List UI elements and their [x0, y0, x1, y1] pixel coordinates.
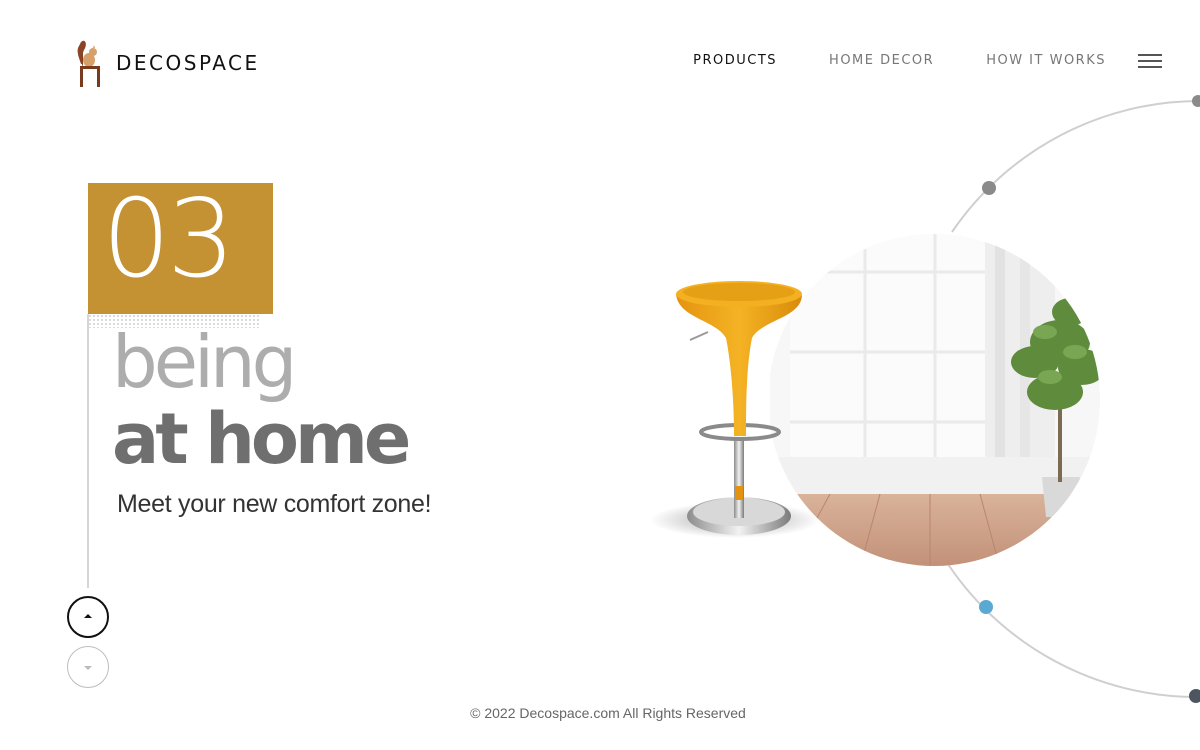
orbit-dot: [982, 181, 996, 195]
hero-title-bold: at home: [112, 398, 411, 480]
orbit-dot: [1192, 95, 1200, 107]
nav-item-how-it-works[interactable]: HOW IT WORKS: [986, 53, 1106, 68]
brand-logo[interactable]: DECOSPACE: [74, 38, 260, 88]
nav-item-products[interactable]: PRODUCTS: [693, 53, 777, 68]
slide-prev-button[interactable]: [67, 596, 109, 638]
squirrel-chair-logo-icon: [77, 40, 100, 87]
arrow-down-icon: [84, 666, 92, 670]
orbit-dot-active: [979, 600, 993, 614]
orbit-dot: [1189, 689, 1200, 703]
slide-next-button[interactable]: [67, 646, 109, 688]
nav-item-home-decor[interactable]: HOME DECOR: [829, 53, 934, 68]
slide-number: 03: [102, 177, 235, 302]
vertical-divider: [87, 314, 89, 588]
hero-title-light: being: [112, 320, 297, 404]
brand-name: DECOSPACE: [116, 51, 260, 75]
footer-copyright: © 2022 Decospace.com All Rights Reserved: [470, 705, 746, 721]
hero-tagline: Meet your new comfort zone!: [117, 490, 432, 518]
bar-stool-image: [650, 281, 820, 538]
arrow-up-icon: [84, 614, 92, 618]
hamburger-menu-icon[interactable]: [1138, 53, 1162, 69]
main-nav: PRODUCTS HOME DECOR HOW IT WORKS: [641, 53, 1106, 68]
